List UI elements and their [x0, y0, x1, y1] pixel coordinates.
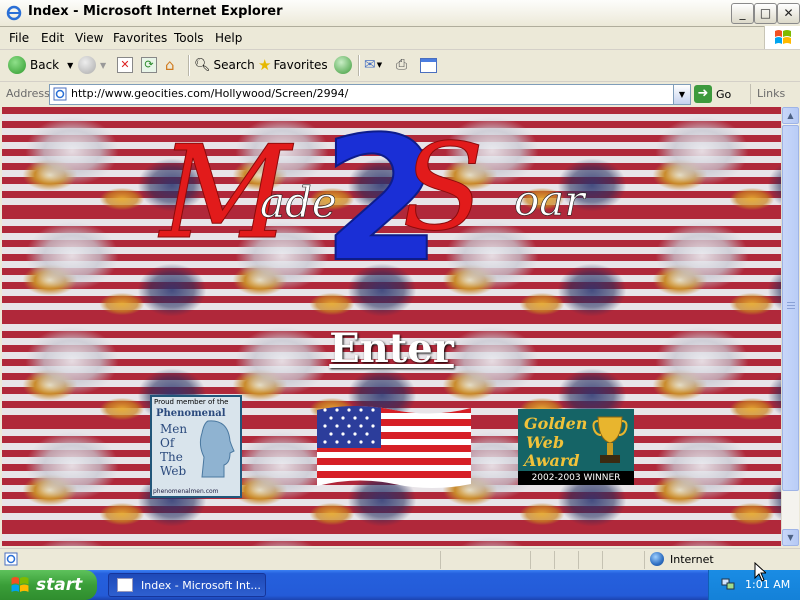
favorites-button[interactable]: ★ Favorites — [258, 54, 328, 76]
toolbar: Back ▼ ▼ ✕ ⟳ ⌂ 🔍︎ Search ★ Favorites ✉ ▼… — [0, 50, 800, 82]
forward-arrow-icon — [78, 56, 96, 74]
made2soar-logo: 2 M ade S oar — [158, 107, 588, 301]
mail-icon: ✉ — [364, 57, 376, 73]
scroll-up-icon[interactable]: ▲ — [782, 107, 799, 124]
close-button[interactable]: ✕ — [777, 3, 800, 24]
favorites-star-icon: ★ — [258, 56, 272, 74]
address-label: Address — [6, 87, 50, 100]
history-icon — [334, 56, 352, 74]
vertical-scrollbar[interactable]: ▲ ▼ — [781, 107, 799, 546]
status-page-icon — [4, 552, 18, 566]
menu-file[interactable]: File — [9, 31, 29, 45]
web-word: Web — [526, 433, 565, 452]
back-arrow-icon — [8, 56, 26, 74]
history-button[interactable] — [334, 54, 356, 76]
golden-web-award[interactable]: Golden Web Award 2002-2003 WINNER — [518, 409, 634, 485]
menu-tools[interactable]: Tools — [174, 31, 204, 45]
go-arrow-icon: ➜ — [694, 85, 712, 103]
scroll-down-icon[interactable]: ▼ — [782, 529, 799, 546]
minimize-button[interactable]: _ — [731, 3, 754, 24]
phenomenal-men-award[interactable]: Proud member of the Phenomenal Men Of Th… — [150, 395, 242, 498]
grip-icon — [787, 302, 795, 311]
golden-word: Golden — [524, 414, 588, 433]
award-line-of: Of — [160, 436, 175, 450]
menu-help[interactable]: Help — [215, 31, 242, 45]
edit-button[interactable] — [420, 54, 437, 76]
menu-favorites[interactable]: Favorites — [113, 31, 167, 45]
american-flag-image — [317, 406, 471, 488]
trophy-icon — [592, 416, 628, 463]
edit-page-icon — [420, 57, 437, 73]
ie-window-icon — [117, 578, 133, 592]
award-caption: 2002-2003 WINNER — [518, 471, 634, 485]
print-icon: ⎙ — [396, 57, 408, 73]
go-button[interactable]: ➜ Go — [694, 84, 731, 104]
stop-button[interactable]: ✕ — [117, 54, 133, 76]
award-footer: phenomenalmen.com — [153, 488, 219, 495]
search-icon: 🔍︎ — [194, 57, 211, 73]
search-label: Search — [213, 58, 255, 72]
windows-flag-icon — [775, 30, 791, 44]
title-bar: Index - Microsoft Internet Explorer _ □ … — [0, 0, 800, 27]
home-icon: ⌂ — [165, 56, 175, 74]
security-zone: Internet — [650, 552, 714, 566]
status-bar: Internet — [0, 548, 800, 571]
start-label: start — [36, 575, 83, 595]
stop-icon: ✕ — [117, 57, 133, 73]
refresh-icon: ⟳ — [141, 57, 157, 73]
favorites-label: Favorites — [273, 58, 328, 72]
windows-start-icon — [11, 577, 29, 592]
address-input[interactable]: http://www.geocities.com/Hollywood/Scree… — [49, 84, 691, 105]
globe-icon — [650, 552, 664, 566]
forward-button[interactable]: ▼ — [78, 54, 106, 76]
task-label: Index - Microsoft Int... — [141, 578, 261, 592]
address-bar: Address http://www.geocities.com/Hollywo… — [0, 82, 800, 106]
address-dropdown-icon[interactable]: ▼ — [673, 85, 690, 104]
refresh-button[interactable]: ⟳ — [141, 54, 157, 76]
forward-dropdown-icon[interactable]: ▼ — [100, 61, 106, 70]
mouse-cursor-icon — [754, 562, 766, 582]
logo-s: S — [402, 119, 484, 258]
enter-link[interactable]: Enter — [2, 325, 781, 372]
window-title: Index - Microsoft Internet Explorer — [28, 4, 283, 19]
links-button[interactable]: Links — [750, 84, 800, 104]
page-content: 2 M ade S oar Enter Proud member of the … — [2, 107, 781, 546]
menu-edit[interactable]: Edit — [41, 31, 64, 45]
back-button[interactable]: Back ▼ — [8, 54, 73, 76]
page-icon — [53, 87, 67, 101]
print-button[interactable]: ⎙ — [396, 54, 407, 76]
scroll-thumb[interactable] — [782, 125, 799, 491]
maximize-button[interactable]: □ — [754, 3, 777, 24]
mail-button[interactable]: ✉ ▼ — [364, 54, 382, 76]
back-dropdown-icon[interactable]: ▼ — [67, 61, 73, 70]
back-label: Back — [30, 58, 60, 72]
mail-dropdown-icon[interactable]: ▼ — [377, 61, 382, 69]
windows-logo — [764, 26, 800, 49]
address-url: http://www.geocities.com/Hollywood/Scree… — [71, 87, 349, 100]
award-line-the: The — [160, 450, 183, 464]
home-button[interactable]: ⌂ — [165, 54, 175, 76]
network-icon[interactable] — [721, 578, 735, 590]
logo-ade: ade — [260, 178, 337, 227]
award-line-web: Web — [160, 464, 187, 478]
start-button[interactable]: start — [0, 570, 97, 600]
zone-label: Internet — [670, 552, 714, 566]
search-button[interactable]: 🔍︎ Search — [194, 54, 255, 76]
award-line-men: Men — [160, 422, 188, 436]
ie-icon — [6, 5, 22, 21]
go-label: Go — [716, 87, 732, 101]
menu-view[interactable]: View — [75, 31, 103, 45]
taskbar-item-ie[interactable]: Index - Microsoft Int... — [108, 573, 266, 597]
award-word: Award — [524, 451, 580, 470]
menu-bar: File Edit View Favorites Tools Help — [0, 27, 800, 50]
taskbar: start Index - Microsoft Int... 1:01 AM — [0, 570, 800, 600]
clock[interactable]: 1:01 AM — [745, 578, 790, 591]
face-silhouette-icon — [199, 420, 235, 478]
award-header: Proud member of the — [154, 398, 229, 406]
logo-oar: oar — [514, 176, 587, 225]
